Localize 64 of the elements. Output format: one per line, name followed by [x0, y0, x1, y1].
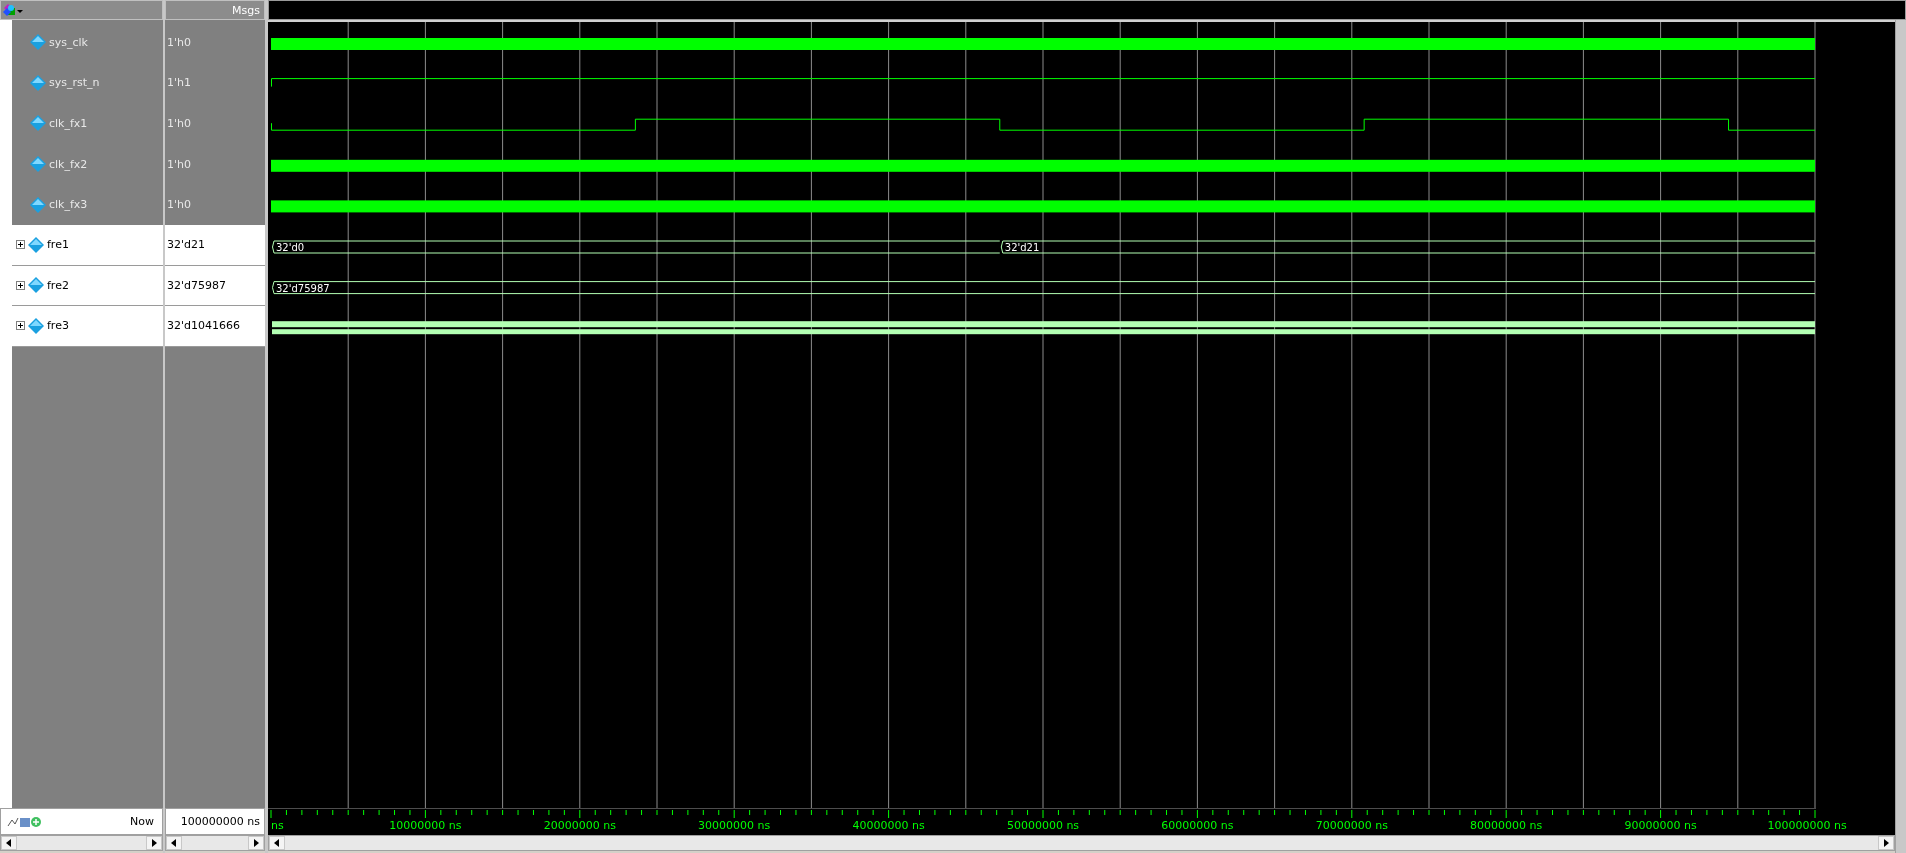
time-label: 50000000 ns [1006, 819, 1080, 832]
left-arrow-icon [274, 839, 280, 847]
time-label: 10000000 ns [389, 819, 462, 832]
signal-value: 1'h0 [166, 35, 191, 49]
signal-diamond-icon [30, 74, 46, 91]
time-label: 90000000 ns [1624, 819, 1697, 832]
signal-name[interactable]: clk_fx2 [49, 157, 88, 171]
time-label: 30000000 ns [698, 819, 771, 832]
time-label: 100000000 ns [1767, 819, 1847, 832]
horizontal-scrollbar[interactable] [0, 835, 163, 851]
time-label: 70000000 ns [1315, 819, 1388, 832]
scroll-left-button[interactable] [166, 836, 182, 850]
left-arrow-icon [6, 839, 12, 847]
vertical-scrollbar[interactable] [1895, 20, 1906, 853]
signal-row[interactable]: fre2 [12, 265, 163, 307]
scroll-left-button[interactable] [269, 836, 285, 850]
signal-value: 1'h0 [166, 117, 191, 130]
expand-toggle-icon[interactable] [16, 280, 25, 290]
signal-value: 32'd75987 [166, 278, 226, 292]
signal-name[interactable]: sys_rst_n [49, 76, 100, 90]
signal-name[interactable]: clk_fx1 [49, 117, 88, 130]
cursor-time: 100000000 ns [180, 815, 260, 828]
signal-diamond-icon [30, 156, 46, 173]
signal-value: 1'h1 [166, 76, 191, 90]
bus-value: 32'd21 [1004, 242, 1040, 253]
right-arrow-icon [253, 839, 259, 847]
cursor-label: Now [130, 815, 154, 828]
signal-diamond-icon [28, 236, 44, 253]
scroll-left-button[interactable] [1, 836, 17, 850]
time-label: 60000000 ns [1161, 819, 1234, 832]
signal-name[interactable]: fre1 [47, 238, 69, 252]
signal-value: 32'd1041666 [166, 319, 240, 333]
horizontal-scrollbar[interactable] [165, 835, 265, 851]
signal-row[interactable]: fre3 [12, 306, 163, 347]
signal-value: 32'd21 [166, 238, 205, 252]
signal-diamond-icon [30, 196, 46, 213]
expand-toggle-icon[interactable] [16, 240, 25, 250]
left-arrow-icon [171, 839, 177, 847]
signal-name[interactable]: sys_clk [49, 35, 88, 49]
column-header: Msgs [232, 3, 260, 17]
time-label: 20000000 ns [543, 819, 616, 832]
signal-name[interactable]: clk_fx3 [49, 198, 88, 212]
signal-name[interactable]: fre2 [47, 278, 69, 292]
right-arrow-icon [151, 839, 157, 847]
signal-diamond-icon [30, 34, 46, 51]
signal-diamond-icon [28, 317, 44, 334]
time-label: ns [271, 819, 284, 832]
time-label: 80000000 ns [1470, 819, 1543, 832]
cursor-tools-icon[interactable] [7, 814, 43, 829]
signal-diamond-icon [30, 115, 46, 132]
scroll-right-button[interactable] [146, 836, 162, 850]
bus-value: 32'd0 [276, 242, 305, 253]
wave-tools-icon[interactable] [1, 3, 25, 17]
signal-value: 1'h0 [166, 198, 191, 212]
signal-row[interactable]: fre1 [12, 224, 163, 266]
signal-diamond-icon [28, 277, 44, 294]
signal-name[interactable]: fre3 [47, 319, 69, 333]
scroll-right-button[interactable] [248, 836, 264, 850]
expand-toggle-icon[interactable] [16, 321, 25, 331]
right-arrow-icon [1883, 839, 1889, 847]
bus-value: 32'd75987 [276, 282, 330, 294]
time-label: 40000000 ns [852, 819, 925, 832]
signal-value: 1'h0 [166, 157, 191, 171]
scroll-right-button[interactable] [1878, 836, 1894, 850]
